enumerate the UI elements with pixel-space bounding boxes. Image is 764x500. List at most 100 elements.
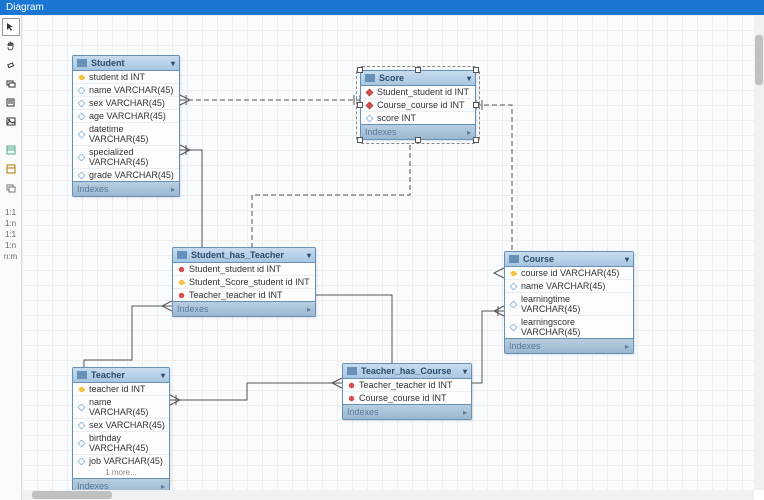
canvas[interactable]: Student ▾ student id INT name VARCHAR(45)… xyxy=(22,15,754,490)
diamond-icon xyxy=(78,439,86,447)
pointer-tool[interactable] xyxy=(2,18,20,36)
column[interactable]: score INT xyxy=(361,112,475,124)
entity-header[interactable]: Course ▾ xyxy=(505,252,633,267)
title-text: Diagram xyxy=(6,2,44,13)
diamond-icon xyxy=(510,282,518,290)
column[interactable]: name VARCHAR(45) xyxy=(73,396,169,419)
note-tool[interactable] xyxy=(2,94,20,112)
resize-handle[interactable] xyxy=(357,67,363,73)
expand-icon[interactable]: ▸ xyxy=(161,482,165,491)
layer-tool[interactable] xyxy=(2,75,20,93)
resize-handle[interactable] xyxy=(415,137,421,143)
resize-handle[interactable] xyxy=(357,102,363,108)
table-icon xyxy=(509,255,519,263)
vertical-scrollbar[interactable] xyxy=(754,15,764,490)
resize-handle[interactable] xyxy=(473,67,479,73)
ratio-label-5[interactable]: n:m xyxy=(0,252,21,261)
collapse-icon[interactable]: ▾ xyxy=(625,255,629,264)
entity-header[interactable]: Teacher_has_Course▾ xyxy=(343,364,471,379)
ratio-label-1[interactable]: 1:1 xyxy=(0,208,21,217)
column[interactable]: course id VARCHAR(45) xyxy=(505,267,633,280)
pin-icon xyxy=(347,381,356,390)
more-indicator[interactable]: 1 more... xyxy=(73,467,169,478)
column[interactable]: Student_Score_student id INT xyxy=(173,276,315,289)
ratio-label-4[interactable]: 1:n xyxy=(0,241,21,250)
expand-icon[interactable]: ▸ xyxy=(625,342,629,351)
column[interactable]: name VARCHAR(45) xyxy=(73,84,179,97)
column[interactable]: learningtime VARCHAR(45) xyxy=(505,293,633,316)
collapse-icon[interactable]: ▾ xyxy=(467,74,471,83)
column[interactable]: teacher id INT xyxy=(73,383,169,396)
diamond-icon xyxy=(510,323,518,331)
horizontal-scrollbar[interactable] xyxy=(22,490,754,500)
scrollbar-thumb[interactable] xyxy=(755,35,763,85)
column[interactable]: Teacher_teacher id INT xyxy=(173,289,315,301)
entity-footer[interactable]: Indexes▸ xyxy=(505,338,633,353)
expand-icon[interactable]: ▸ xyxy=(171,185,175,194)
diamond-icon xyxy=(78,171,86,179)
expand-icon[interactable]: ▸ xyxy=(463,408,467,417)
entity-course[interactable]: Course ▾ course id VARCHAR(45) name VARCH… xyxy=(504,251,634,354)
entity-teacher[interactable]: Teacher ▾ teacher id INT name VARCHAR(45)… xyxy=(72,367,170,490)
table-tool[interactable] xyxy=(2,141,20,159)
entity-title: Course xyxy=(523,254,554,264)
diamond-icon xyxy=(78,86,86,94)
scrollbar-thumb[interactable] xyxy=(32,491,112,499)
hand-tool[interactable] xyxy=(2,37,20,55)
entity-student[interactable]: Student ▾ student id INT name VARCHAR(45)… xyxy=(72,55,180,197)
column[interactable]: student id INT xyxy=(73,71,179,84)
column[interactable]: job VARCHAR(45) xyxy=(73,455,169,467)
resize-handle[interactable] xyxy=(415,67,421,73)
expand-icon[interactable]: ▸ xyxy=(307,305,311,314)
key-icon xyxy=(177,278,186,287)
expand-icon[interactable]: ▸ xyxy=(467,128,471,137)
column[interactable]: name VARCHAR(45) xyxy=(505,280,633,293)
entity-student-has-teacher[interactable]: Student_has_Teacher▾ Student_student id … xyxy=(172,247,316,317)
column[interactable]: sex VARCHAR(45) xyxy=(73,419,169,432)
entity-score[interactable]: Score▾ Student_student id INT Course_cou… xyxy=(360,70,476,140)
resize-handle[interactable] xyxy=(473,102,479,108)
entity-header[interactable]: Score▾ xyxy=(361,71,475,86)
column[interactable]: Teacher_teacher id INT xyxy=(343,379,471,392)
view-tool[interactable] xyxy=(2,160,20,178)
collapse-icon[interactable]: ▾ xyxy=(463,367,467,376)
column[interactable]: Course_course id INT xyxy=(343,392,471,404)
column[interactable]: grade VARCHAR(45) xyxy=(73,169,179,181)
image-tool[interactable] xyxy=(2,113,20,131)
column[interactable]: birthday VARCHAR(45) xyxy=(73,432,169,455)
entity-title: Student xyxy=(91,58,125,68)
entity-footer[interactable]: Indexes▸ xyxy=(73,181,179,196)
entity-header[interactable]: Teacher ▾ xyxy=(73,368,169,383)
routine-tool[interactable] xyxy=(2,179,20,197)
entity-header[interactable]: Student ▾ xyxy=(73,56,179,71)
column[interactable]: datetime VARCHAR(45) xyxy=(73,123,179,146)
key-icon xyxy=(509,269,518,278)
entity-footer[interactable]: Indexes▸ xyxy=(73,478,169,490)
entity-teacher-has-course[interactable]: Teacher_has_Course▾ Teacher_teacher id I… xyxy=(342,363,472,420)
pin-icon xyxy=(177,291,186,300)
column[interactable]: learningscore VARCHAR(45) xyxy=(505,316,633,338)
column[interactable]: Student_student id INT xyxy=(173,263,315,276)
column[interactable]: Student_student id INT xyxy=(361,86,475,99)
resize-handle[interactable] xyxy=(357,137,363,143)
pin-icon xyxy=(347,394,356,403)
column[interactable]: Course_course id INT xyxy=(361,99,475,112)
ratio-label-2[interactable]: 1:n xyxy=(0,219,21,228)
entity-footer[interactable]: Indexes▸ xyxy=(173,301,315,316)
entity-body: Student_student id INT Student_Score_stu… xyxy=(173,263,315,301)
entity-header[interactable]: Student_has_Teacher▾ xyxy=(173,248,315,263)
ratio-label-3[interactable]: 1:1 xyxy=(0,230,21,239)
erase-tool[interactable] xyxy=(2,56,20,74)
resize-handle[interactable] xyxy=(473,137,479,143)
fk-icon xyxy=(366,101,374,109)
fk-icon xyxy=(366,88,374,96)
collapse-icon[interactable]: ▾ xyxy=(171,59,175,68)
entity-title: Teacher xyxy=(91,370,125,380)
column[interactable]: age VARCHAR(45) xyxy=(73,110,179,123)
column[interactable]: specialized VARCHAR(45) xyxy=(73,146,179,169)
key-icon xyxy=(77,385,86,394)
collapse-icon[interactable]: ▾ xyxy=(307,251,311,260)
column[interactable]: sex VARCHAR(45) xyxy=(73,97,179,110)
entity-footer[interactable]: Indexes▸ xyxy=(343,404,471,419)
collapse-icon[interactable]: ▾ xyxy=(161,371,165,380)
